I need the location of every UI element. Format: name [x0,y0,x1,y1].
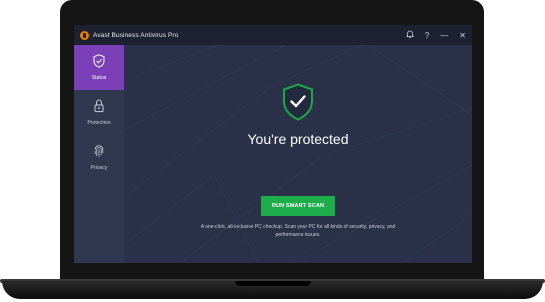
bell-icon[interactable] [405,30,414,41]
status-headline: You're protected [247,131,349,147]
sidebar-item-privacy[interactable]: Privacy [74,135,124,180]
sidebar-item-label: Privacy [90,165,108,171]
sidebar: Status Protection Privacy [74,45,124,263]
window-controls: ? — ✕ [405,25,466,45]
window-title: Avast Business Antivirus Pro [93,31,179,39]
shield-check-icon [93,54,105,68]
sidebar-item-label: Protection [87,120,111,126]
lock-icon [94,99,104,113]
sidebar-item-label: Status [91,75,107,81]
scan-description: A one-click, all-inclusive PC checkup. S… [200,224,396,238]
avast-logo-icon [80,30,89,40]
app-window: Avast Business Antivirus Pro ? — ✕ Statu… [74,25,472,263]
laptop-hinge [235,281,311,286]
sidebar-item-status[interactable]: Status [74,45,124,90]
minimize-icon[interactable]: — [440,31,448,40]
run-smart-scan-button[interactable]: RUN SMART SCAN [261,196,335,216]
help-icon[interactable]: ? [425,31,429,40]
title-bar: Avast Business Antivirus Pro ? — ✕ [74,25,472,45]
close-icon[interactable]: ✕ [459,31,466,40]
status-panel: You're protected RUN SMART SCAN A one-cl… [124,45,472,263]
sidebar-item-protection[interactable]: Protection [74,90,124,135]
shield-check-icon [283,83,313,121]
fingerprint-icon [94,145,104,157]
